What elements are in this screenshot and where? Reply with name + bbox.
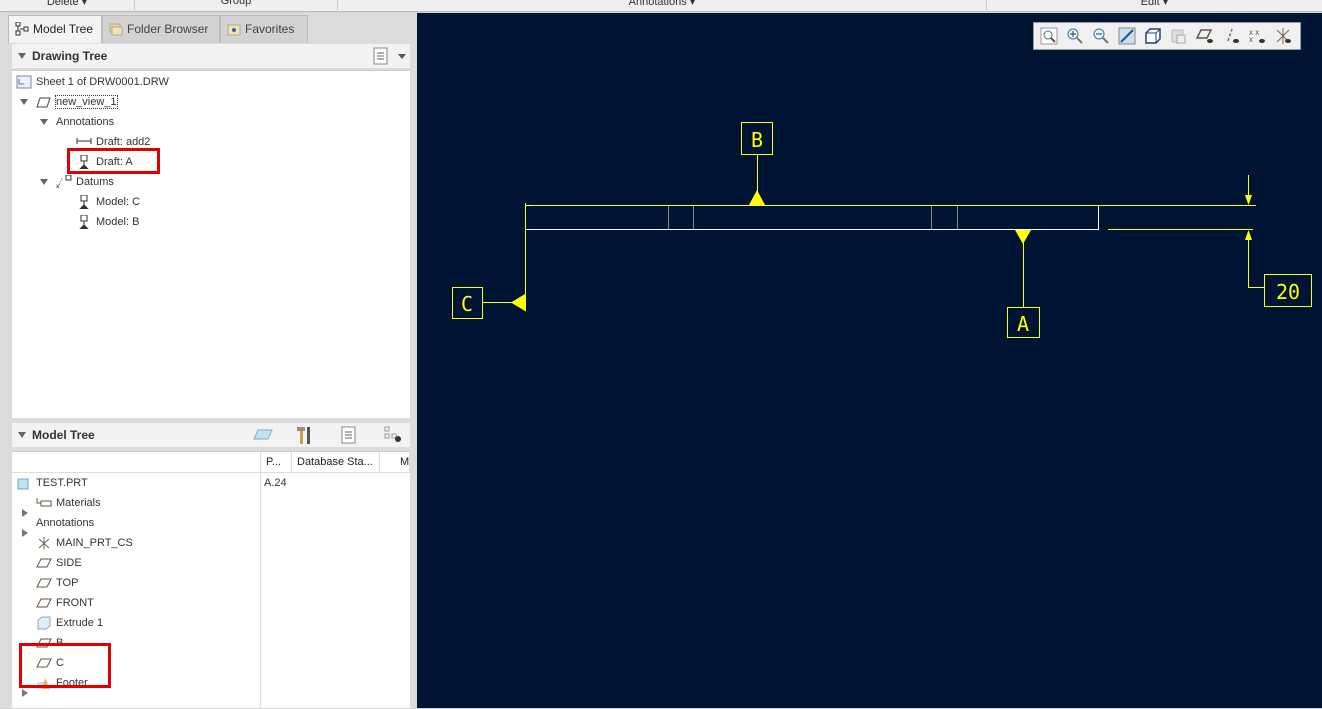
expand-icon[interactable]: [40, 119, 48, 125]
item-label: MAIN_PRT_CS: [56, 537, 133, 549]
refit-icon[interactable]: [1038, 26, 1060, 46]
tree-item-top[interactable]: TOP: [36, 573, 78, 593]
drawing-tree-title: Drawing Tree: [32, 49, 108, 63]
tab-label: Favorites: [245, 22, 295, 36]
tab-folder-browser[interactable]: Folder Browser: [102, 15, 220, 43]
item-label: TEST.PRT: [36, 477, 88, 489]
view-toolbar: x xx: [1033, 22, 1301, 50]
tab-label: Folder Browser: [127, 22, 209, 36]
model-tree-title: Model Tree: [32, 428, 95, 442]
item-label: TOP: [56, 577, 79, 589]
collapse-icon: [18, 53, 26, 59]
svg-text:x: x: [56, 184, 59, 189]
datum-plane-icon: [36, 558, 52, 568]
item-label: Model: B: [96, 216, 140, 228]
tree-item-sheet[interactable]: Sheet 1 of DRW0001.DRW: [16, 72, 169, 92]
tab-model-tree[interactable]: Model Tree: [8, 15, 102, 43]
svg-text:x: x: [1249, 35, 1253, 44]
zoom-in-icon[interactable]: [1064, 26, 1086, 46]
tree-item-materials[interactable]: Materials: [36, 493, 101, 513]
item-label: SIDE: [56, 557, 82, 569]
favorites-folder-icon: [227, 24, 241, 36]
tree-item-datums[interactable]: x Datums: [56, 172, 114, 192]
highlight-box: [67, 148, 160, 174]
drawing-tree-header[interactable]: Drawing Tree: [12, 44, 410, 68]
ribbon-group-delete[interactable]: Delete ▾: [0, 0, 135, 12]
tree-item-annotations[interactable]: Annotations: [36, 513, 94, 533]
datum-feature-icon: [79, 195, 89, 210]
tools-icon[interactable]: [296, 425, 312, 445]
ribbon-group-annotations[interactable]: Annotations ▾: [338, 0, 987, 12]
navigator-panel: Model Tree Folder Browser Favorites Draw…: [0, 13, 417, 709]
drawing-view-icon: [36, 97, 51, 108]
tree-item-front[interactable]: FRONT: [36, 593, 94, 613]
item-label: Datums: [76, 176, 114, 188]
repaint-icon[interactable]: [1116, 26, 1138, 46]
ribbon-group-bar: Delete ▾ Group Annotations ▾ Edit ▾: [0, 0, 1322, 12]
display-style-icon[interactable]: [1142, 26, 1164, 46]
column-header-row: P... Database Sta... M: [12, 452, 410, 473]
plane-display-icon[interactable]: [1194, 26, 1216, 46]
model-tree-icon: [15, 22, 29, 36]
model-tree: P... Database Sta... M A.24 TEST.PRT Mat…: [12, 451, 410, 709]
tree-filter-icon[interactable]: [384, 426, 404, 444]
item-label: Materials: [56, 497, 101, 509]
item-label: new_view_1: [55, 95, 118, 109]
extrude-icon: [37, 616, 51, 630]
tree-item-model-c[interactable]: Model: C: [76, 192, 140, 212]
tree-item-extrude[interactable]: Extrude 1: [36, 613, 103, 633]
tree-item-side[interactable]: SIDE: [36, 553, 82, 573]
item-label: FRONT: [56, 597, 94, 609]
csys-display-icon[interactable]: [1272, 26, 1294, 46]
datums-icon: x: [56, 175, 72, 189]
column-header[interactable]: P...: [260, 452, 292, 472]
model-tree-header[interactable]: Model Tree: [12, 423, 410, 447]
tree-item-test-prt[interactable]: TEST.PRT: [16, 473, 88, 493]
column-header[interactable]: Database Sta...: [292, 452, 380, 472]
axis-display-icon[interactable]: [1220, 26, 1242, 46]
column-header[interactable]: M: [380, 452, 410, 472]
material-tag-icon: [36, 498, 52, 507]
zoom-out-icon[interactable]: [1090, 26, 1112, 46]
expand-icon[interactable]: [22, 689, 28, 697]
dimension-icon: [76, 138, 92, 145]
point-display-icon[interactable]: x xx: [1246, 26, 1268, 46]
saved-views-icon[interactable]: [1168, 26, 1190, 46]
tree-settings-icon[interactable]: [340, 426, 358, 444]
item-label: Extrude 1: [56, 617, 104, 629]
tree-item-model-b[interactable]: Model: B: [76, 212, 139, 232]
part-icon: [17, 478, 29, 490]
datum-plane-icon: [36, 578, 52, 588]
folder-icon: [109, 23, 123, 36]
tree-settings-icon[interactable]: [372, 47, 390, 65]
datum-plane-icon: [36, 598, 52, 608]
column-divider: [260, 473, 261, 709]
ribbon-group-group[interactable]: Group: [135, 0, 338, 12]
tab-label: Model Tree: [33, 22, 94, 36]
item-label: Model: C: [96, 196, 141, 208]
tab-favorites[interactable]: Favorites: [220, 15, 308, 43]
coordinate-system-icon: [38, 537, 50, 550]
drawing-tree: Sheet 1 of DRW0001.DRW new_view_1 Annota…: [12, 70, 410, 418]
item-label: Annotations: [36, 517, 95, 529]
item-label: Draft: add2: [96, 136, 151, 148]
expand-icon[interactable]: [22, 529, 28, 537]
highlight-box: [19, 643, 111, 688]
drawing-canvas[interactable]: [417, 13, 1322, 708]
cell-value: A.24: [264, 477, 287, 489]
dropdown-arrow-icon[interactable]: [398, 54, 406, 59]
sheet-icon: [16, 75, 32, 89]
ribbon-group-edit[interactable]: Edit ▾: [987, 0, 1322, 12]
collapse-icon: [18, 432, 26, 438]
tree-item-annotations[interactable]: Annotations: [56, 112, 114, 132]
expand-icon[interactable]: [40, 179, 48, 185]
item-label: Sheet 1 of DRW0001.DRW: [36, 76, 169, 88]
datum-feature-icon: [79, 215, 89, 230]
show-icon[interactable]: [252, 427, 274, 443]
tree-item-csys[interactable]: MAIN_PRT_CS: [36, 533, 133, 553]
expand-icon[interactable]: [20, 99, 28, 105]
tree-item-view[interactable]: new_view_1: [36, 92, 118, 112]
expand-icon[interactable]: [22, 509, 28, 517]
item-label: Annotations: [56, 116, 115, 128]
